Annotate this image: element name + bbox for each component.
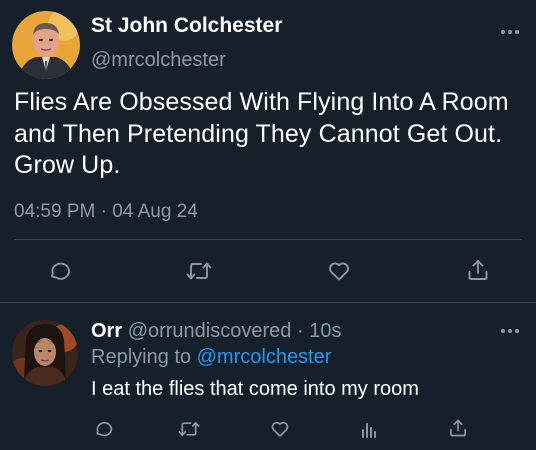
share-icon[interactable] — [448, 418, 468, 438]
tweet-timestamp[interactable]: 04:59 PM · 04 Aug 24 — [14, 201, 198, 223]
like-icon[interactable] — [270, 419, 290, 439]
reply-handle[interactable]: @orrundiscovered — [128, 320, 292, 342]
reply-text: I eat the flies that come into my room — [91, 378, 419, 400]
divider — [14, 239, 522, 240]
retweet-icon[interactable] — [178, 419, 200, 439]
reply-icon[interactable] — [93, 419, 113, 439]
analytics-icon[interactable] — [359, 419, 379, 439]
more-options-icon[interactable] — [500, 327, 520, 335]
reply-avatar[interactable] — [12, 320, 78, 386]
tweet-detail-page: St John Colchester @mrcolchester Flies A… — [0, 0, 536, 450]
reply-timestamp[interactable]: 10s — [309, 320, 341, 342]
replying-to-line: Replying to @mrcolchester — [91, 346, 331, 369]
reply-header: Orr @orrundiscovered · 10s — [91, 320, 341, 343]
like-icon[interactable] — [327, 259, 351, 283]
tweet-text: Flies Are Obsessed With Flying Into A Ro… — [14, 88, 509, 179]
reply-icon[interactable] — [47, 259, 71, 283]
author-handle[interactable]: @mrcolchester — [91, 49, 226, 72]
avatar-photo — [12, 11, 80, 79]
divider — [0, 302, 536, 303]
retweet-icon[interactable] — [186, 259, 212, 283]
author-display-name[interactable]: St John Colchester — [91, 14, 282, 38]
main-tweet-avatar[interactable] — [12, 11, 80, 79]
avatar-photo — [12, 320, 78, 386]
replying-to-label: Replying to — [91, 346, 192, 368]
replying-to-handle-link[interactable]: @mrcolchester — [197, 346, 332, 368]
more-options-icon[interactable] — [500, 28, 520, 36]
share-icon[interactable] — [466, 258, 490, 282]
reply-separator: · — [296, 320, 304, 342]
reply-display-name[interactable]: Orr — [91, 320, 122, 342]
